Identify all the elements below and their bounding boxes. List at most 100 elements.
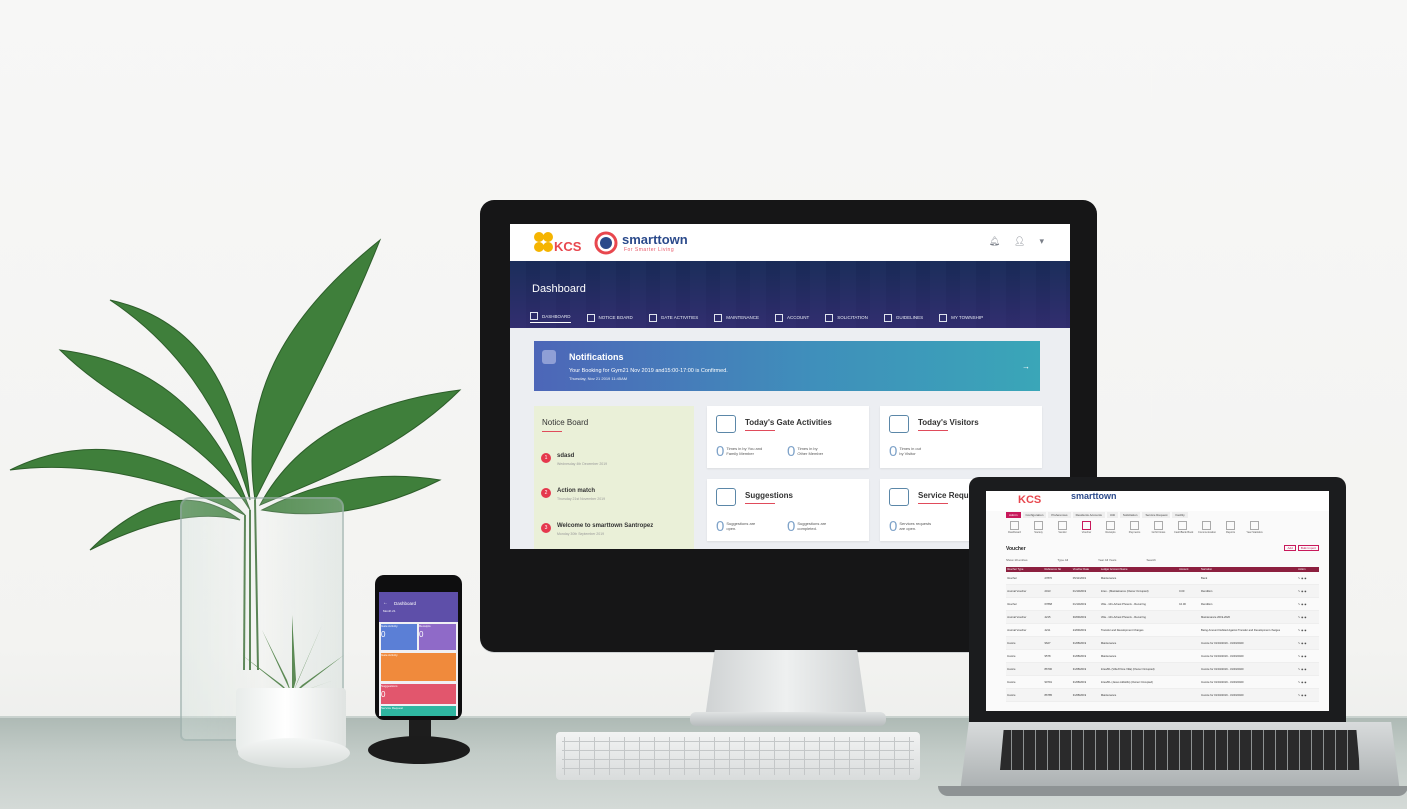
- tab-configuration[interactable]: Configuration: [1022, 512, 1047, 518]
- row-actions[interactable]: ✎ ◉ ◉: [1297, 597, 1319, 611]
- delete-icon[interactable]: ◉: [1304, 642, 1306, 645]
- tool-communication[interactable]: Communication: [1198, 521, 1216, 534]
- delete-icon[interactable]: ◉: [1304, 668, 1306, 671]
- voucher-table: Voucher Type Reference No Voucher Date Ledg…: [1006, 567, 1319, 702]
- nav-solicitation[interactable]: SOLICITATION: [825, 312, 868, 323]
- chevron-down-icon[interactable]: ▾: [1039, 236, 1044, 247]
- edit-icon[interactable]: ✎: [1298, 655, 1300, 658]
- tab-facility[interactable]: Facility: [1172, 512, 1188, 518]
- search-input[interactable]: Search: [1146, 558, 1156, 562]
- notification-bell-icon[interactable]: 🔔︎: [989, 236, 1000, 247]
- nav-guidelines[interactable]: GUIDELINES: [883, 312, 923, 323]
- row-actions[interactable]: ✎ ◉ ◉: [1297, 572, 1319, 585]
- phone-tile[interactable]: Gate Activity: [381, 653, 456, 681]
- edit-icon[interactable]: ✎: [1298, 577, 1300, 580]
- phone-tile[interactable]: Service Request: [381, 706, 456, 716]
- delete-icon[interactable]: ◉: [1304, 603, 1306, 606]
- notification-banner[interactable]: Notifications Your Booking for Gym21 Nov…: [534, 341, 1040, 391]
- tool-dashboard[interactable]: Dashboard: [1006, 521, 1023, 534]
- tab-admin[interactable]: Admin: [1006, 512, 1021, 518]
- phone-tile[interactable]: Receipts 0: [419, 624, 456, 650]
- type-select[interactable]: Type All: [1058, 558, 1069, 562]
- suggestion-stat-open: 0 Suggestions are open.: [716, 519, 764, 534]
- table-cell: Invoice for 01/04/2019 - 31/03/2020: [1200, 636, 1298, 650]
- edit-icon[interactable]: ✎: [1298, 629, 1300, 632]
- keyboard-keys: [562, 737, 914, 775]
- edit-icon[interactable]: ✎: [1298, 668, 1300, 671]
- table-cell: [1178, 623, 1201, 637]
- table-row[interactable]: Journal Voucher 4215 30/09/2019 Villa - 101…: [1006, 610, 1319, 624]
- table-row[interactable]: Voucher 27870 05/11/2019 Maintenance Bank ✎ ◉…: [1006, 572, 1319, 585]
- delete-icon[interactable]: ◉: [1304, 629, 1306, 632]
- row-actions[interactable]: ✎ ◉ ◉: [1297, 610, 1319, 624]
- tool-receipts[interactable]: Receipts: [1102, 521, 1119, 534]
- nav-gate-activities[interactable]: GATE ACTIVITIES: [648, 312, 698, 323]
- delete-icon[interactable]: ◉: [1304, 590, 1306, 593]
- year-select[interactable]: Year All Years: [1098, 558, 1116, 562]
- row-actions[interactable]: ✎ ◉ ◉: [1297, 623, 1319, 637]
- add-button[interactable]: Add: [1284, 545, 1296, 551]
- visitors-card[interactable]: Today's Visitors 0 Times in out by Visit…: [880, 406, 1042, 468]
- gate-activities-card[interactable]: Today's Gate Activities 0 Times in by Yo…: [707, 406, 869, 468]
- tool-society[interactable]: Society: [1030, 521, 1047, 534]
- tab-preferences[interactable]: Preferences: [1048, 512, 1071, 518]
- table-cell: Rendition: [1200, 597, 1298, 611]
- table-row[interactable]: Invoice 86700 31/08/2019 Intex/RL (Villa 8 …: [1006, 662, 1319, 676]
- tool-payments[interactable]: Payments: [1126, 521, 1143, 534]
- edit-icon[interactable]: ✎: [1298, 603, 1300, 606]
- row-actions[interactable]: ✎ ◉ ◉: [1297, 662, 1319, 676]
- table-row[interactable]: Invoice 9627 31/08/2019 Maintenance Invoice …: [1006, 636, 1319, 650]
- guidelines-icon: [883, 313, 892, 322]
- delete-icon[interactable]: ◉: [1304, 616, 1306, 619]
- nav-account[interactable]: ACCOUNT: [774, 312, 809, 323]
- table-row[interactable]: Invoice 86785 31/08/2019 Maintenance Invoice…: [1006, 688, 1319, 702]
- tool-vendor[interactable]: Vendor: [1054, 521, 1071, 534]
- tab-residents-accounts[interactable]: Residents Accounts: [1072, 512, 1105, 518]
- row-actions[interactable]: ✎ ◉ ◉: [1297, 636, 1319, 650]
- table-row[interactable]: Journal Voucher 4211 24/09/2019 Transfer an…: [1006, 623, 1319, 637]
- nav-my-township[interactable]: MY TOWNSHIP: [939, 312, 983, 323]
- nav-dashboard[interactable]: DASHBOARD: [530, 312, 571, 323]
- table-row[interactable]: Journal Voucher 2013 01/10/2019 Intex - (Ma…: [1006, 584, 1319, 598]
- row-actions[interactable]: ✎ ◉ ◉: [1297, 584, 1319, 598]
- tab-service-request[interactable]: Service Request: [1142, 512, 1171, 518]
- tool-year-statistics[interactable]: Year Statistics: [1246, 521, 1263, 534]
- delete-icon[interactable]: ◉: [1304, 694, 1306, 697]
- user-icon[interactable]: 👤︎: [1014, 236, 1025, 247]
- nav-maintenance[interactable]: MAINTENANCE: [714, 312, 759, 323]
- tile-label: Service Request: [381, 706, 404, 710]
- bulk-import-button[interactable]: Bulk Import: [1297, 545, 1319, 551]
- tile-label: Receipts: [419, 624, 431, 628]
- edit-icon[interactable]: ✎: [1298, 694, 1300, 697]
- tool-label: Payments: [1128, 531, 1141, 534]
- tool-voucher[interactable]: Voucher: [1078, 521, 1095, 534]
- phone-tile[interactable]: Suggestions 0: [381, 684, 456, 704]
- nav-notice-board[interactable]: NOTICE BOARD: [586, 312, 633, 323]
- tab-solicitation[interactable]: Solicitation: [1119, 512, 1141, 518]
- delete-icon[interactable]: ◉: [1304, 681, 1306, 684]
- arrow-right-icon[interactable]: →: [1022, 362, 1030, 371]
- row-actions[interactable]: ✎ ◉ ◉: [1297, 675, 1319, 689]
- tool-reports[interactable]: Reports: [1222, 521, 1239, 534]
- tab-utili[interactable]: Utili: [1106, 512, 1118, 518]
- notice-board-card: Notice Board 1 sdasd Wednesday 4th Decem…: [534, 406, 694, 549]
- smarttown-logo: smarttown For Smarter Living: [594, 231, 714, 257]
- table-row[interactable]: Invoice 90791 31/08/2019 Intex/RL (Jesus Al…: [1006, 675, 1319, 689]
- edit-icon[interactable]: ✎: [1298, 681, 1300, 684]
- back-arrow-icon[interactable]: ←: [383, 600, 388, 606]
- row-actions[interactable]: ✎ ◉ ◉: [1297, 688, 1319, 702]
- row-actions[interactable]: ✎ ◉ ◉: [1297, 649, 1319, 663]
- tool-notes[interactable]: Gr/Gl Notes: [1150, 521, 1167, 534]
- edit-icon[interactable]: ✎: [1298, 616, 1300, 619]
- edit-icon[interactable]: ✎: [1298, 590, 1300, 593]
- delete-icon[interactable]: ◉: [1304, 655, 1306, 658]
- suggestions-card[interactable]: Suggestions 0 Suggestions are open. 0 Su…: [707, 479, 869, 541]
- show-entries-select[interactable]: Show 10 entries: [1006, 558, 1028, 562]
- tool-cash-bank-book[interactable]: Cash/Bank Book: [1174, 521, 1193, 534]
- delete-icon[interactable]: ◉: [1304, 577, 1306, 580]
- edit-icon[interactable]: ✎: [1298, 642, 1300, 645]
- phone-tile[interactable]: Gate Activity 0: [381, 624, 417, 650]
- table-row[interactable]: Voucher 67868 01/10/2019 Villa - 101-Arbest…: [1006, 597, 1319, 611]
- table-cell: Voucher: [1006, 597, 1044, 611]
- table-row[interactable]: Invoice 9578 31/08/2019 Maintenance Invoice …: [1006, 649, 1319, 663]
